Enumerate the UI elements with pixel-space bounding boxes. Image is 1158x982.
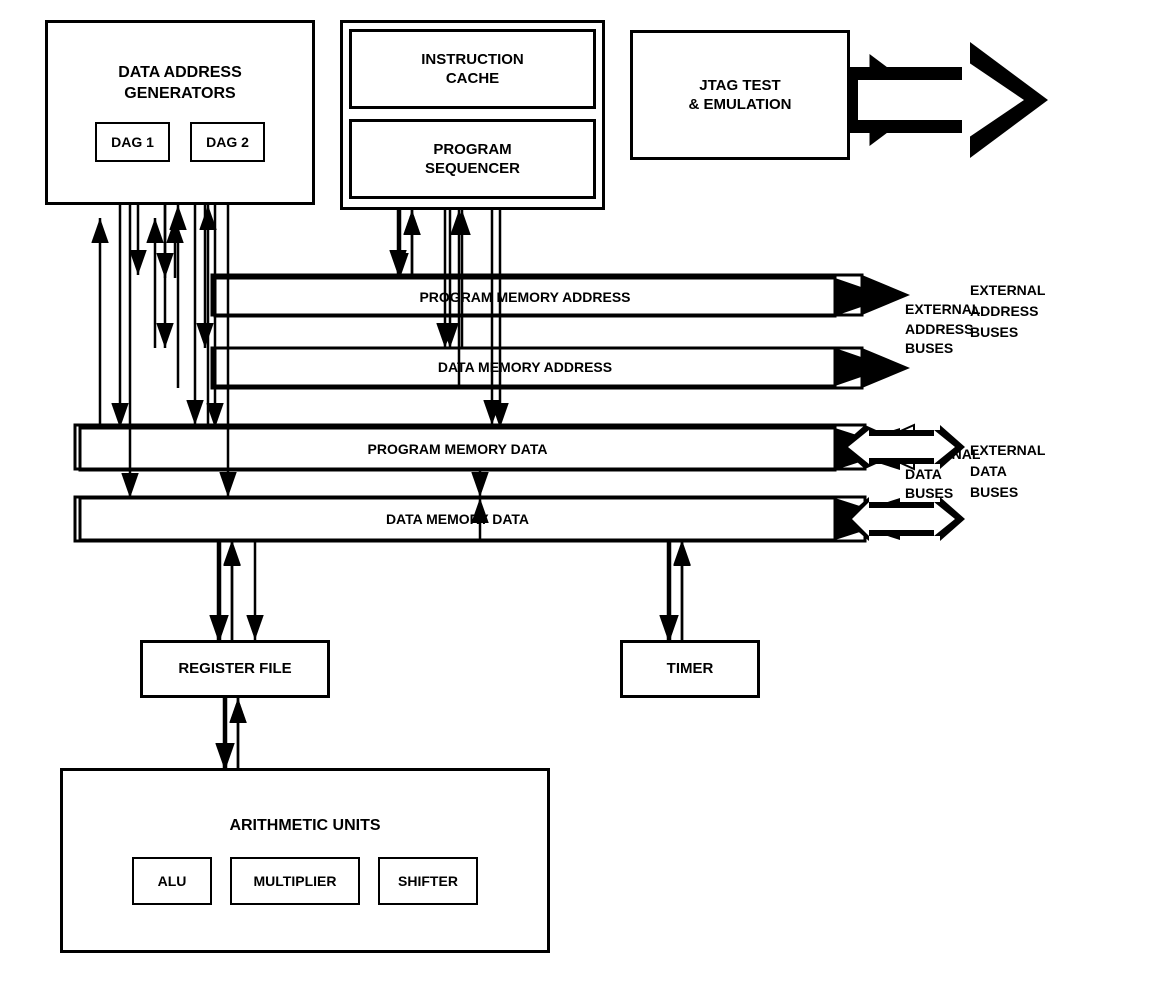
arithmetic-units-label: ARITHMETIC UNITS — [229, 816, 380, 837]
program-sequencer-box: PROGRAM SEQUENCER — [349, 119, 596, 199]
program-memory-address-label: PROGRAM MEMORY ADDRESS — [419, 289, 630, 305]
jtag-box: JTAG TEST & EMULATION — [630, 30, 850, 160]
dag1-label: DAG 1 — [111, 133, 154, 151]
program-sequencer-label: PROGRAM SEQUENCER — [425, 140, 520, 179]
data-address-generators-box: DATA ADDRESS GENERATORS DAG 1 DAG 2 — [45, 20, 315, 205]
shifter-label: SHIFTER — [398, 872, 458, 890]
timer-box: TIMER — [620, 640, 760, 698]
data-memory-address-bus: DATA MEMORY ADDRESS — [215, 348, 835, 386]
timer-label: TIMER — [667, 659, 714, 679]
multiplier-label: MULTIPLIER — [254, 872, 337, 890]
external-data-buses: EXTERNAL DATA BUSES — [970, 440, 1045, 503]
register-file-label: REGISTER FILE — [178, 659, 291, 679]
alu-label: ALU — [158, 872, 187, 890]
data-memory-address-label: DATA MEMORY ADDRESS — [438, 359, 612, 375]
program-memory-address-bus: PROGRAM MEMORY ADDRESS — [215, 278, 835, 316]
dag2-box: DAG 2 — [190, 122, 265, 162]
alu-box: ALU — [132, 857, 212, 905]
dag-label: DATA ADDRESS GENERATORS — [118, 63, 242, 105]
shifter-box: SHIFTER — [378, 857, 478, 905]
dag2-label: DAG 2 — [206, 133, 249, 151]
arithmetic-units-box: ARITHMETIC UNITS ALU MULTIPLIER SHIFTER — [60, 768, 550, 953]
external-address-buses: EXTERNAL ADDRESS BUSES — [970, 280, 1045, 343]
dag1-box: DAG 1 — [95, 122, 170, 162]
jtag-label: JTAG TEST & EMULATION — [688, 76, 791, 115]
multiplier-box: MULTIPLIER — [230, 857, 360, 905]
instruction-cache-box: INSTRUCTION CACHE — [349, 29, 596, 109]
data-memory-data-label: DATA MEMORY DATA — [386, 511, 529, 527]
instruction-cache-label: INSTRUCTION CACHE — [421, 50, 524, 89]
program-memory-data-bus: PROGRAM MEMORY DATA — [80, 428, 835, 470]
register-file-box: REGISTER FILE — [140, 640, 330, 698]
program-memory-data-label: PROGRAM MEMORY DATA — [368, 441, 548, 457]
data-memory-data-bus: DATA MEMORY DATA — [80, 498, 835, 540]
diagram: DATA ADDRESS GENERATORS DAG 1 DAG 2 INST… — [0, 0, 1158, 982]
ic-ps-outer-box: INSTRUCTION CACHE PROGRAM SEQUENCER — [340, 20, 605, 210]
